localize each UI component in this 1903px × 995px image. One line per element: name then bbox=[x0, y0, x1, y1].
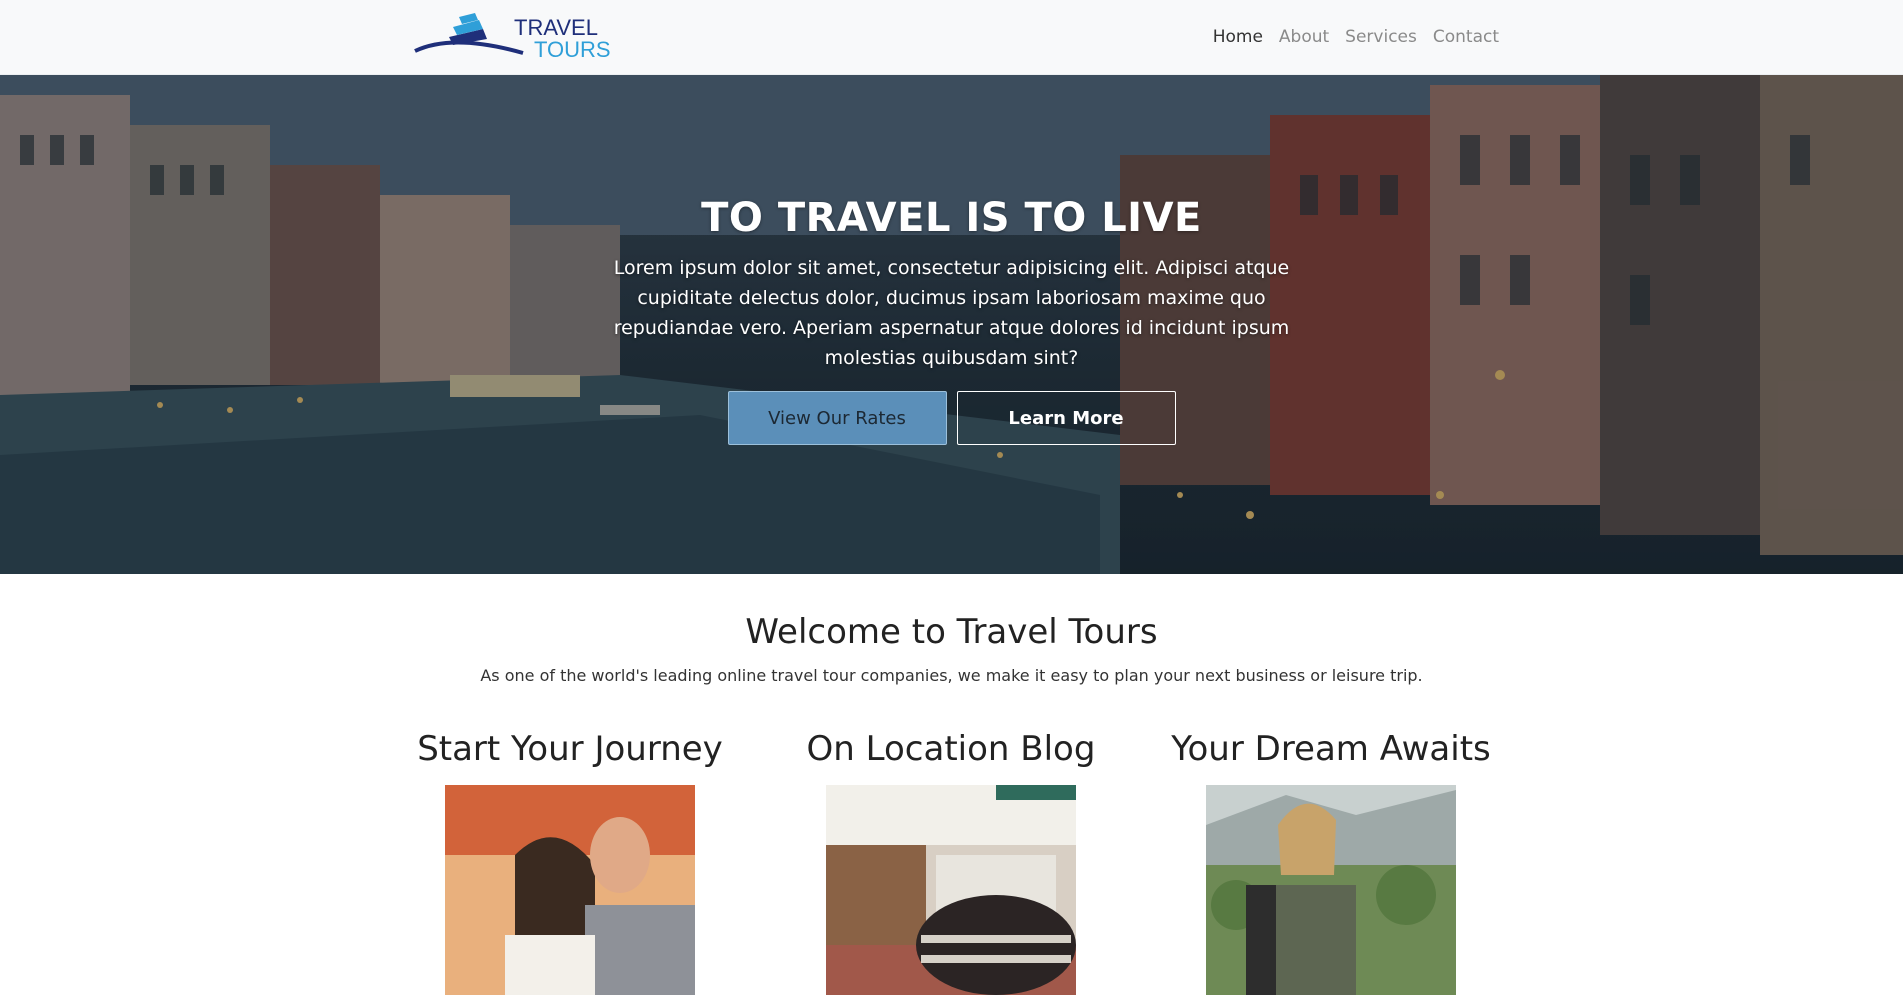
nav-item-contact[interactable]: Contact bbox=[1433, 27, 1499, 47]
feature-start-journey: Start Your Journey bbox=[380, 729, 760, 995]
brand-name-line2: TOURS bbox=[534, 37, 611, 61]
travel-tours-logo: TRAVEL TOURS bbox=[414, 13, 611, 61]
hero-content: TO TRAVEL IS TO LIVE Lorem ipsum dolor s… bbox=[0, 195, 1903, 445]
features-section: Start Your Journey On Location Blog Your… bbox=[0, 685, 1903, 995]
hero-buttons: View Our Rates Learn More bbox=[0, 391, 1903, 445]
hotel-lobby-photo bbox=[826, 785, 1076, 995]
navbar: TRAVEL TOURS Home About Services Contact bbox=[0, 0, 1903, 75]
main-nav: Home About Services Contact bbox=[1197, 0, 1499, 74]
brand-logo[interactable]: TRAVEL TOURS bbox=[413, 9, 623, 61]
nav-item-home[interactable]: Home bbox=[1213, 27, 1263, 47]
couple-photo bbox=[445, 785, 695, 995]
welcome-subtitle: As one of the world's leading online tra… bbox=[480, 666, 1423, 685]
welcome-title: Welcome to Travel Tours bbox=[745, 612, 1158, 652]
hero-section: TO TRAVEL IS TO LIVE Lorem ipsum dolor s… bbox=[0, 75, 1903, 574]
feature-title: Your Dream Awaits bbox=[1171, 729, 1491, 769]
feature-title: On Location Blog bbox=[806, 729, 1096, 769]
hero-description: Lorem ipsum dolor sit amet, consectetur … bbox=[613, 257, 1290, 369]
feature-title: Start Your Journey bbox=[417, 729, 723, 769]
nav-item-about[interactable]: About bbox=[1279, 27, 1329, 47]
learn-more-button[interactable]: Learn More bbox=[956, 391, 1176, 445]
welcome-section: Welcome to Travel Tours As one of the wo… bbox=[0, 574, 1903, 685]
view-rates-button[interactable]: View Our Rates bbox=[727, 391, 947, 445]
hero-title: TO TRAVEL IS TO LIVE bbox=[701, 195, 1202, 241]
nav-item-services[interactable]: Services bbox=[1345, 27, 1417, 47]
feature-location-blog: On Location Blog bbox=[761, 729, 1141, 995]
feature-dream-awaits: Your Dream Awaits bbox=[1141, 729, 1521, 995]
hiker-woman-photo bbox=[1206, 785, 1456, 995]
